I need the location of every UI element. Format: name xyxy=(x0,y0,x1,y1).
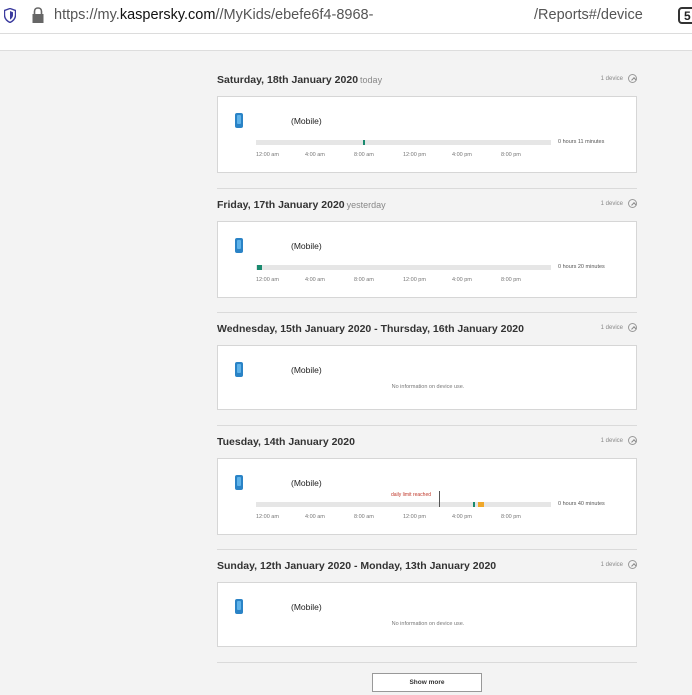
section-divider xyxy=(217,425,637,426)
device-name: (Mobile) xyxy=(291,478,322,488)
tick-label: 4:00 am xyxy=(305,277,325,283)
address-bar[interactable]: https://my.kaspersky.com//MyKids/ebefe6f… xyxy=(0,0,692,34)
tick-label: 4:00 pm xyxy=(452,514,472,520)
device-count: 1 device xyxy=(600,325,623,331)
device-card: (Mobile) No information on device use. xyxy=(217,345,637,410)
tick-label: 12:00 pm xyxy=(403,514,426,520)
day-relative-label: yesterday xyxy=(346,200,386,210)
device-card: (Mobile) 0 hours 11 minutes 12:00 am 4:00 a… xyxy=(217,96,637,173)
usage-total: 0 hours 40 minutes xyxy=(558,501,605,507)
usage-total: 0 hours 11 minutes xyxy=(558,139,605,145)
phone-icon xyxy=(235,475,243,490)
usage-segment xyxy=(362,140,366,145)
usage-segment xyxy=(257,265,262,270)
day-date: Sunday, 12th January 2020 - Monday, 13th… xyxy=(217,560,497,572)
day-title: Wednesday, 15th January 2020 - Thursday,… xyxy=(217,323,524,335)
day-title: Sunday, 12th January 2020 - Monday, 13th… xyxy=(217,560,496,572)
device-count: 1 device xyxy=(600,562,623,568)
section-divider xyxy=(217,549,637,550)
tick-label: 4:00 pm xyxy=(452,277,472,283)
tick-label: 8:00 am xyxy=(354,514,374,520)
usage-timeline xyxy=(256,502,551,507)
shield-icon[interactable] xyxy=(4,8,16,23)
tick-label: 8:00 am xyxy=(354,152,374,158)
device-count: 1 device xyxy=(600,438,623,444)
day-date: Friday, 17th January 2020 xyxy=(217,199,345,211)
usage-timeline xyxy=(256,140,551,145)
section-divider xyxy=(217,312,637,313)
phone-icon xyxy=(235,599,243,614)
day-title: Tuesday, 14th January 2020 xyxy=(217,436,355,448)
url-tail[interactable]: /Reports#/device xyxy=(534,7,643,23)
device-count: 1 device xyxy=(600,201,623,207)
tick-label: 12:00 pm xyxy=(403,277,426,283)
tick-label: 4:00 am xyxy=(305,152,325,158)
day-date: Wednesday, 15th January 2020 - Thursday,… xyxy=(217,323,524,335)
device-card: (Mobile) 0 hours 40 minutes daily limit re… xyxy=(217,458,637,535)
tick-label: 8:00 pm xyxy=(501,152,521,158)
url-text[interactable]: https://my.kaspersky.com//MyKids/ebefe6f… xyxy=(54,7,373,23)
collapse-icon[interactable] xyxy=(628,560,637,569)
tick-label: 8:00 pm xyxy=(501,514,521,520)
section-divider xyxy=(217,188,637,189)
tab-count-button[interactable]: 5 xyxy=(678,7,692,24)
day-relative-label: today xyxy=(360,75,383,85)
device-name: (Mobile) xyxy=(291,602,322,612)
url-domain: kaspersky.com xyxy=(119,7,216,23)
no-info-message: No information on device use. xyxy=(391,621,465,627)
collapse-icon[interactable] xyxy=(628,199,637,208)
day-title: Saturday, 18th January 2020 today xyxy=(217,74,382,86)
timeline-ticks: 12:00 am 4:00 am 8:00 am 12:00 pm 4:00 pm 8:0… xyxy=(256,277,556,285)
day-date: Tuesday, 14th January 2020 xyxy=(217,436,355,448)
tick-label: 12:00 am xyxy=(256,277,279,283)
collapse-icon[interactable] xyxy=(628,74,637,83)
phone-icon xyxy=(235,238,243,253)
daily-limit-marker xyxy=(439,491,440,507)
daily-limit-label: daily limit reached xyxy=(391,492,432,498)
tick-label: 4:00 pm xyxy=(452,152,472,158)
phone-icon xyxy=(235,362,243,377)
device-name: (Mobile) xyxy=(291,365,322,375)
tick-label: 12:00 pm xyxy=(403,152,426,158)
show-more-button[interactable]: Show more xyxy=(372,673,482,692)
url-prefix: https://my. xyxy=(54,7,120,23)
usage-timeline xyxy=(256,265,551,270)
device-card: (Mobile) 0 hours 20 minutes 12:00 am 4:00 a… xyxy=(217,221,637,298)
collapse-icon[interactable] xyxy=(628,436,637,445)
url-path: //MyKids/ebefe6f4-8968- xyxy=(215,7,374,23)
phone-icon xyxy=(235,113,243,128)
tick-label: 4:00 am xyxy=(305,514,325,520)
device-name: (Mobile) xyxy=(291,241,322,251)
no-info-message: No information on device use. xyxy=(391,384,465,390)
device-count: 1 device xyxy=(600,76,623,82)
page-header-strip xyxy=(0,34,692,51)
tick-label: 12:00 am xyxy=(256,152,279,158)
day-date: Saturday, 18th January 2020 xyxy=(217,74,359,86)
lock-icon xyxy=(32,7,44,23)
usage-segment xyxy=(472,502,476,507)
device-card: (Mobile) No information on device use. xyxy=(217,582,637,647)
day-title: Friday, 17th January 2020 yesterday xyxy=(217,199,386,211)
tick-label: 8:00 pm xyxy=(501,277,521,283)
section-divider xyxy=(217,662,637,663)
collapse-icon[interactable] xyxy=(628,323,637,332)
tick-label: 8:00 am xyxy=(354,277,374,283)
usage-segment xyxy=(477,502,484,507)
timeline-ticks: 12:00 am 4:00 am 8:00 am 12:00 pm 4:00 pm 8:0… xyxy=(256,514,556,522)
usage-total: 0 hours 20 minutes xyxy=(558,264,605,270)
device-name: (Mobile) xyxy=(291,116,322,126)
tick-label: 12:00 am xyxy=(256,514,279,520)
timeline-ticks: 12:00 am 4:00 am 8:00 am 12:00 pm 4:00 pm 8:0… xyxy=(256,152,556,160)
